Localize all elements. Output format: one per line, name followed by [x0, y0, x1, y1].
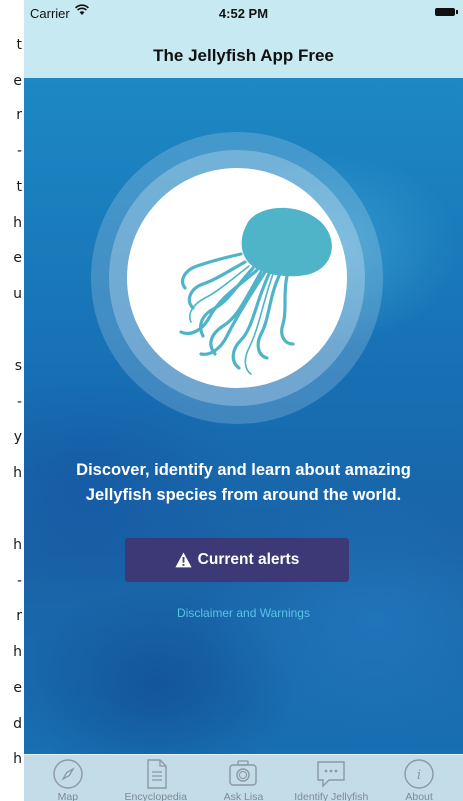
edge-char: e [13, 73, 22, 89]
current-alerts-button[interactable]: Current alerts [125, 538, 349, 582]
edge-char: t [16, 179, 23, 195]
tab-ask-lisa[interactable]: Ask Lisa [200, 755, 288, 801]
document-icon [146, 759, 167, 789]
jellyfish-logo-icon [179, 207, 332, 375]
tab-bar: Map Encyclopedia Ask Lisa Identify Jelly… [24, 754, 463, 801]
edge-char: s [14, 358, 22, 374]
tagline: Discover, identify and learn about amazi… [34, 458, 453, 508]
chat-bubble-icon [317, 761, 345, 788]
edge-char: y [13, 429, 22, 445]
edge-char: h [13, 644, 22, 660]
edge-char: t [16, 37, 23, 53]
edge-char: h [13, 465, 22, 481]
compass-icon [53, 759, 83, 789]
tab-label: About [405, 791, 433, 801]
edge-char: u [13, 286, 22, 302]
navigation-bar: The Jellyfish App Free [24, 38, 463, 78]
info-icon: i [404, 759, 434, 789]
tab-map[interactable]: Map [24, 755, 112, 801]
edge-char: - [16, 394, 22, 410]
warning-icon [175, 552, 192, 568]
camera-icon [229, 760, 258, 786]
edge-char: r [16, 107, 22, 123]
battery-icon [435, 8, 458, 16]
status-time: 4:52 PM [218, 6, 269, 21]
edge-char: d [13, 716, 22, 732]
tagline-line: Discover, identify and learn about amazi… [76, 461, 411, 479]
tab-encyclopedia[interactable]: Encyclopedia [112, 755, 200, 801]
status-bar: Carrier 4:52 PM [24, 0, 463, 38]
tab-label: Map [57, 791, 79, 801]
tab-about[interactable]: i About [375, 755, 463, 801]
tab-identify-jellyfish[interactable]: Identify Jellyfish [287, 755, 375, 801]
edge-char: e [13, 250, 22, 266]
current-alerts-label: Current alerts [197, 551, 300, 568]
tab-label: Encyclopedia [124, 791, 187, 801]
tab-label: Identify Jellyfish [294, 791, 369, 801]
edge-char: r [16, 608, 22, 624]
edge-char: e [13, 680, 22, 696]
tab-label: Ask Lisa [223, 791, 264, 801]
svg-text:i: i [417, 768, 421, 783]
left-edge-text-column: t e r - t h e u s - y h h - r h e d h [0, 0, 24, 801]
edge-char: h [13, 751, 22, 767]
tagline-line: Jellyfish species from around the world. [85, 486, 402, 504]
edge-char: h [13, 537, 22, 553]
disclaimer-link[interactable]: Disclaimer and Warnings [24, 606, 463, 620]
edge-char: h [13, 215, 22, 231]
edge-char: - [16, 143, 22, 159]
edge-char: - [16, 573, 22, 589]
page-title: The Jellyfish App Free [153, 46, 334, 65]
app-screen: Carrier 4:52 PM The Jellyfish App Free D… [24, 0, 463, 801]
